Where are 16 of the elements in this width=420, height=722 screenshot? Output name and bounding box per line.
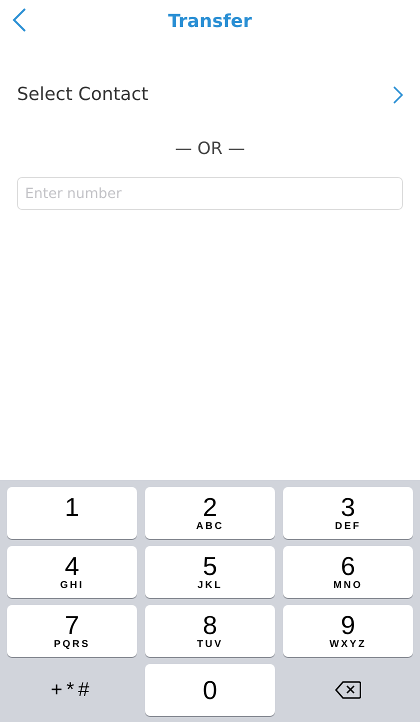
number-input-field[interactable]: Enter number xyxy=(17,177,403,210)
digit-key[interactable]: 7 PQRS xyxy=(7,605,137,657)
digit-key[interactable]: 1 xyxy=(7,487,137,539)
digit-key[interactable]: 5 JKL xyxy=(145,546,275,598)
digit-key[interactable]: 8 TUV xyxy=(145,605,275,657)
chevron-right-icon xyxy=(393,86,403,104)
or-divider: — OR — xyxy=(174,139,245,159)
backspace-icon xyxy=(335,681,361,699)
digit-key[interactable]: 6 MNO xyxy=(283,546,413,598)
digit-key[interactable]: 0 xyxy=(145,664,275,716)
symbols-key[interactable]: +*# xyxy=(7,664,137,716)
digit-key[interactable]: 4 GHI xyxy=(7,546,137,598)
screen-title: Transfer xyxy=(168,10,252,32)
digit-key[interactable]: 2 ABC xyxy=(145,487,275,539)
digit-key[interactable]: 9 WXYZ xyxy=(283,605,413,657)
digit-key[interactable]: 3 DEF xyxy=(283,487,413,539)
